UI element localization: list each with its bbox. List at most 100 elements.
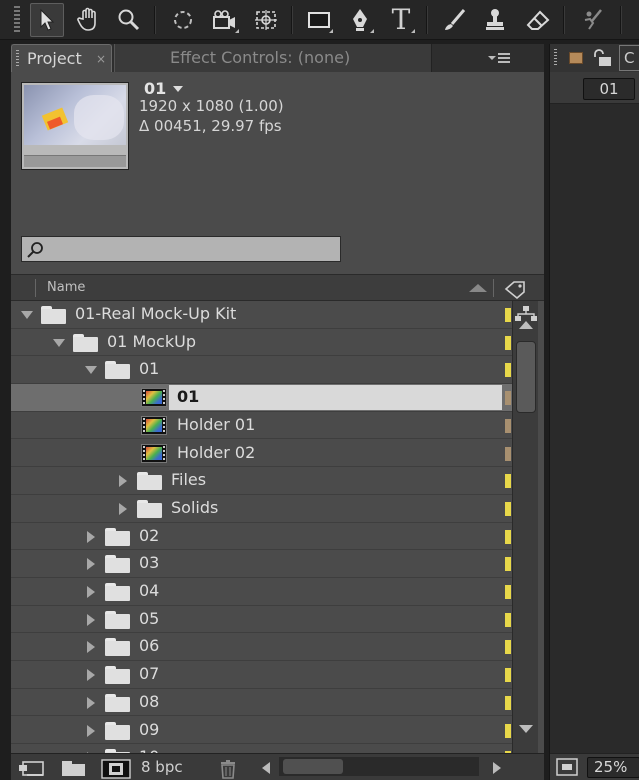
folder-icon — [137, 499, 162, 518]
tab-project[interactable]: Project × — [11, 44, 112, 72]
label-color-chip[interactable] — [505, 501, 511, 516]
folder-row[interactable]: 01 — [11, 356, 512, 385]
label-color-chip[interactable] — [505, 335, 511, 350]
expand-arrow-icon[interactable] — [87, 669, 95, 682]
flowchart-icon[interactable] — [515, 306, 537, 322]
rectangle-tool-icon[interactable] — [302, 3, 336, 37]
type-tool-icon[interactable]: T — [384, 3, 418, 37]
label-color-chip[interactable] — [505, 668, 511, 683]
folder-row[interactable]: 01 MockUp — [11, 329, 512, 357]
folder-icon — [105, 638, 130, 657]
label-color-chip[interactable] — [505, 695, 511, 710]
bit-depth-button[interactable]: 8 bpc — [141, 758, 183, 776]
toolbar-grip[interactable] — [14, 6, 20, 34]
pen-tool-icon[interactable] — [343, 3, 377, 37]
tab-grip[interactable] — [554, 49, 557, 66]
label-color-chip[interactable] — [505, 529, 511, 544]
label-color-chip[interactable] — [505, 612, 511, 627]
item-info-dropdown-icon[interactable] — [173, 86, 183, 92]
folder-row[interactable]: 01-Real Mock-Up Kit — [11, 301, 512, 329]
sort-ascending-icon[interactable] — [469, 284, 487, 292]
expand-arrow-icon[interactable] — [87, 696, 95, 709]
label-color-chip[interactable] — [505, 723, 511, 738]
folder-row[interactable]: 10 — [11, 744, 512, 753]
new-composition-icon[interactable] — [101, 759, 131, 779]
folder-row[interactable]: 09 — [11, 717, 512, 745]
column-separator[interactable] — [35, 279, 36, 297]
folder-row[interactable]: 04 — [11, 578, 512, 606]
zoom-dropdown[interactable]: 25% — [587, 757, 639, 778]
item-name: 07 — [139, 664, 160, 684]
tab-composition[interactable]: C — [619, 45, 639, 71]
expand-arrow-icon[interactable] — [87, 586, 95, 598]
new-folder-icon[interactable] — [61, 759, 87, 777]
expand-arrow-icon[interactable] — [87, 724, 95, 737]
item-name: 01 — [139, 359, 160, 379]
lock-icon[interactable] — [592, 49, 614, 67]
folder-row[interactable]: Solids — [11, 495, 512, 523]
label-color-chip[interactable] — [505, 391, 511, 406]
folder-row[interactable]: 07 — [11, 661, 512, 689]
collapse-arrow-icon[interactable] — [53, 338, 65, 347]
label-tag-icon[interactable] — [502, 279, 528, 299]
folder-row[interactable]: 05 — [11, 606, 512, 634]
label-color-chip[interactable] — [505, 474, 511, 489]
trash-icon[interactable] — [218, 759, 238, 779]
folder-row[interactable]: 08 — [11, 689, 512, 717]
expand-arrow-icon[interactable] — [87, 558, 95, 571]
scroll-left-arrow[interactable] — [262, 762, 270, 774]
composition-row[interactable]: Holder 02 — [11, 440, 512, 468]
composition-row[interactable]: 01 — [11, 384, 512, 412]
folder-icon — [105, 610, 130, 629]
selection-tool-icon[interactable] — [30, 3, 64, 37]
label-color-chip[interactable] — [505, 557, 511, 572]
expand-arrow-icon[interactable] — [87, 641, 95, 654]
tab-grip[interactable] — [16, 50, 19, 67]
puppet-tool-icon[interactable] — [576, 3, 610, 37]
folder-row[interactable]: 02 — [11, 523, 512, 551]
zoom-tool-icon[interactable] — [112, 3, 146, 37]
pan-behind-tool-icon[interactable] — [249, 3, 283, 37]
scroll-up-arrow[interactable] — [519, 321, 533, 329]
composition-viewer[interactable] — [550, 104, 639, 753]
clone-stamp-tool-icon[interactable] — [478, 3, 512, 37]
brush-tool-icon[interactable] — [438, 3, 472, 37]
scroll-down-arrow[interactable] — [519, 725, 533, 733]
item-name: 09 — [139, 719, 160, 739]
tab-effect-controls[interactable]: Effect Controls: (none) — [114, 44, 432, 72]
collapse-arrow-icon[interactable] — [85, 366, 97, 375]
camera-tool-icon[interactable] — [208, 3, 242, 37]
label-color-chip[interactable] — [505, 308, 511, 322]
expand-arrow-icon[interactable] — [119, 475, 127, 488]
composition-row[interactable]: Holder 01 — [11, 412, 512, 440]
composition-name-button[interactable]: 01 — [583, 78, 635, 100]
folder-row[interactable]: Files — [11, 467, 512, 495]
label-color-chip[interactable] — [505, 640, 511, 655]
rename-field[interactable] — [169, 385, 502, 411]
always-preview-icon[interactable] — [556, 758, 578, 776]
rotation-tool-icon[interactable] — [166, 3, 200, 37]
expand-arrow-icon[interactable] — [119, 502, 127, 515]
tab-close-icon[interactable]: × — [96, 52, 106, 66]
scroll-thumb[interactable] — [516, 341, 536, 413]
expand-arrow-icon[interactable] — [87, 613, 95, 626]
panel-menu-icon[interactable] — [488, 51, 510, 65]
horizontal-scroll-thumb[interactable] — [283, 759, 343, 774]
label-color-chip[interactable] — [505, 418, 511, 433]
item-name: 02 — [139, 525, 160, 545]
scroll-right-arrow[interactable] — [493, 762, 501, 774]
label-color-chip[interactable] — [505, 446, 511, 461]
collapse-arrow-icon[interactable] — [21, 311, 33, 319]
vertical-scrollbar[interactable] — [512, 301, 538, 753]
column-separator[interactable] — [493, 279, 494, 297]
eraser-tool-icon[interactable] — [521, 3, 555, 37]
label-color-chip[interactable] — [505, 363, 511, 378]
folder-row[interactable]: 03 — [11, 550, 512, 578]
label-color-chip[interactable] — [505, 585, 511, 599]
expand-arrow-icon[interactable] — [87, 530, 95, 543]
hand-tool-icon[interactable] — [72, 3, 106, 37]
folder-row[interactable]: 06 — [11, 633, 512, 662]
column-name-header[interactable]: Name — [47, 280, 85, 295]
project-search-input[interactable] — [21, 236, 341, 262]
interpret-footage-icon[interactable] — [17, 759, 45, 777]
